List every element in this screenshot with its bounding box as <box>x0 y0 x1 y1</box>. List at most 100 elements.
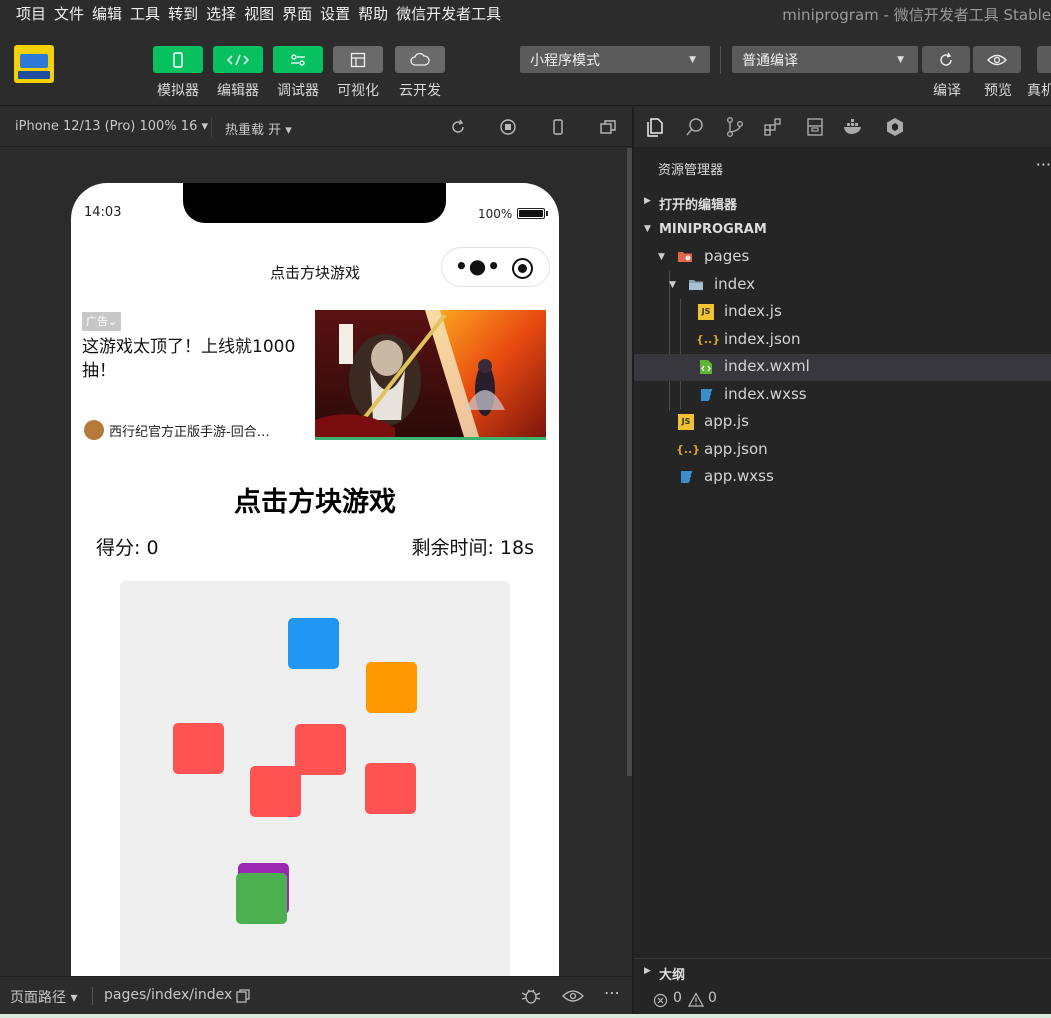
status-divider <box>92 987 93 1005</box>
ad-image[interactable] <box>315 310 546 440</box>
game-block[interactable] <box>288 618 339 669</box>
app-logo[interactable] <box>14 45 54 83</box>
tree-item-index-wxml[interactable]: index.wxml <box>634 354 1051 381</box>
debugger-label: 调试器 <box>277 83 319 99</box>
ad-title[interactable]: 这游戏太顶了！上线就1000抽！ <box>82 335 307 383</box>
menu-help[interactable]: 帮助 <box>358 3 396 24</box>
menu-edit[interactable]: 编辑 <box>92 3 130 24</box>
chevron-down-icon: ▼ <box>689 55 696 65</box>
score-text: 得分: 0 <box>96 537 159 559</box>
close-mini-program-icon[interactable] <box>512 258 533 279</box>
wxss-file-icon <box>681 471 693 483</box>
game-title: 点击方块游戏 <box>234 487 396 518</box>
menu-goto[interactable]: 转到 <box>168 3 206 24</box>
bug-icon[interactable] <box>520 987 542 1005</box>
tree-item-app-json[interactable]: {..} app.json <box>634 437 1051 464</box>
menu-interface[interactable]: 界面 <box>282 3 320 24</box>
ad-image-strip <box>315 437 546 440</box>
files-icon[interactable] <box>644 116 666 138</box>
eye-icon[interactable] <box>562 988 584 1004</box>
more-icon[interactable]: ⋯ <box>604 983 620 1002</box>
editor-button[interactable] <box>213 46 263 73</box>
cube-icon[interactable] <box>884 116 906 138</box>
timer-text: 剩余时间: 18s <box>411 537 534 559</box>
ad-source[interactable]: 西行纪官方正版手游-回合… <box>109 421 270 440</box>
tree-item-label: index.wxss <box>724 385 807 403</box>
menu-settings[interactable]: 设置 <box>320 3 358 24</box>
simulator-button[interactable] <box>153 46 203 73</box>
status-time: 14:03 <box>84 205 122 220</box>
wxml-file-icon <box>700 360 712 374</box>
more-dots-icon[interactable]: •●• <box>455 256 501 276</box>
extensions-icon[interactable] <box>762 116 784 138</box>
open-editors-section[interactable]: ▶ 打开的编辑器 <box>634 189 1051 215</box>
preview-button[interactable] <box>973 46 1021 73</box>
folder-icon <box>689 280 703 290</box>
folder-special-icon <box>678 252 692 262</box>
game-block[interactable] <box>365 763 416 814</box>
tree-item-index-js[interactable]: JS index.js <box>634 299 1051 326</box>
tree-item-index-folder[interactable]: ▼ index <box>634 272 1051 299</box>
wxss-file-icon <box>701 389 713 401</box>
tree-item-index-wxss[interactable]: index.wxss <box>634 382 1051 409</box>
game-block[interactable] <box>250 766 301 817</box>
game-block[interactable] <box>173 723 224 774</box>
menu-file[interactable]: 文件 <box>54 3 92 24</box>
simulator-area: 14:03 100% 点击方块游戏 •●• 广告⌄ 这游戏太顶了！上线就1000… <box>0 148 632 976</box>
compile-select[interactable]: 普通编译 ▼ <box>732 46 918 73</box>
project-section[interactable]: ▼ MINIPROGRAM <box>634 217 1051 243</box>
menu-devtools[interactable]: 微信开发者工具 <box>396 3 509 24</box>
hot-reload-toggle[interactable]: 热重载 开 ▾ <box>225 119 292 138</box>
menu-select[interactable]: 选择 <box>206 3 244 24</box>
game-block[interactable] <box>295 724 346 775</box>
window-title: miniprogram - 微信开发者工具 Stable <box>782 6 1051 24</box>
outline-label: 大纲 <box>659 968 686 983</box>
phone-frame: 14:03 100% 点击方块游戏 •●• 广告⌄ 这游戏太顶了！上线就1000… <box>71 183 559 976</box>
page-path-menu[interactable]: 页面路径 ▾ <box>10 987 77 1007</box>
docker-icon[interactable] <box>842 116 864 138</box>
chevron-down-icon: ▼ <box>644 224 651 234</box>
window-bottom-edge <box>0 1014 1051 1018</box>
debugger-button[interactable] <box>273 46 323 73</box>
chevron-down-icon: ▼ <box>658 252 665 262</box>
copy-icon[interactable] <box>235 988 251 1004</box>
json-file-icon: {..} <box>676 443 701 456</box>
outline-section[interactable]: ▶ 大纲 <box>634 958 1051 984</box>
menu-tools[interactable]: 工具 <box>130 3 168 24</box>
rotate-icon[interactable] <box>448 117 468 137</box>
json-file-icon: {..} <box>696 333 721 346</box>
mode-select-value: 小程序模式 <box>530 52 600 69</box>
window-icon[interactable] <box>598 117 618 137</box>
menu-view[interactable]: 视图 <box>244 3 282 24</box>
project-label: MINIPROGRAM <box>659 222 767 237</box>
tree-item-app-js[interactable]: JS app.js <box>634 409 1051 436</box>
preview-label: 预览 <box>984 83 1012 99</box>
source-control-icon[interactable] <box>724 116 746 138</box>
menu-project[interactable]: 项目 <box>0 3 54 24</box>
page-path: pages/index/index <box>104 987 233 1003</box>
stop-icon[interactable] <box>498 117 518 137</box>
tree-item-index-json[interactable]: {..} index.json <box>634 327 1051 354</box>
real-device-button[interactable] <box>1037 46 1051 73</box>
storage-icon[interactable] <box>804 116 826 138</box>
game-board[interactable] <box>120 581 510 976</box>
cloud-button[interactable] <box>395 46 445 73</box>
tree-item-app-wxss[interactable]: app.wxss <box>634 464 1051 491</box>
simulator-label: 模拟器 <box>157 83 199 99</box>
device-icon[interactable] <box>548 117 568 137</box>
simulator-toolbar: iPhone 12/13 (Pro) 100% 16 ▾ 热重载 开 ▾ <box>0 107 632 147</box>
ad-tag[interactable]: 广告⌄ <box>82 312 122 331</box>
js-file-icon: JS <box>678 414 694 430</box>
search-icon[interactable] <box>684 116 706 138</box>
chevron-down-icon: ▼ <box>897 55 904 65</box>
mode-select[interactable]: 小程序模式 ▼ <box>520 46 710 73</box>
compile-button[interactable] <box>922 46 970 73</box>
game-block[interactable] <box>366 662 417 713</box>
game-block[interactable] <box>236 873 287 924</box>
device-select[interactable]: iPhone 12/13 (Pro) 100% 16 ▾ <box>15 119 208 134</box>
toolbar-divider <box>720 46 721 74</box>
tree-item-pages[interactable]: ▼ pages <box>634 244 1051 271</box>
more-icon[interactable]: ··· <box>1036 155 1051 174</box>
visual-button[interactable] <box>333 46 383 73</box>
problems-indicator[interactable]: 0 0 <box>634 984 1051 1014</box>
